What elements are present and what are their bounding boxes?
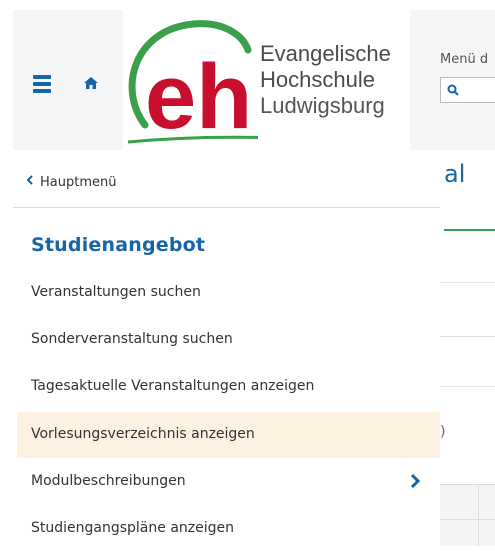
page-title-fragment: al xyxy=(444,160,466,188)
menu-search-label: Menü d xyxy=(440,52,489,67)
eh-logo-mark: eh xyxy=(127,20,411,150)
menu-item-vorlesungsverzeichnis[interactable]: Vorlesungsverzeichnis anzeigen xyxy=(17,412,440,458)
menu-item-sonderveranstaltung-suchen[interactable]: Sonderveranstaltung suchen xyxy=(17,317,440,363)
table-fragment xyxy=(440,484,495,546)
hamburger-menu-icon[interactable] xyxy=(33,75,51,93)
active-tab-underline xyxy=(444,229,495,231)
home-icon[interactable] xyxy=(83,75,99,91)
section-title: Studienangebot xyxy=(31,234,206,256)
logo-text-line2: Hochschule xyxy=(260,67,375,92)
divider xyxy=(440,282,495,283)
menu-item-label: Sonderveranstaltung suchen xyxy=(31,331,233,347)
logo-text-line3: Ludwigsburg xyxy=(260,93,385,118)
logo-mark-text: eh xyxy=(145,46,252,148)
divider xyxy=(440,336,495,337)
menu-item-label: Veranstaltungen suchen xyxy=(31,284,201,300)
header-bar-left xyxy=(13,10,123,150)
menu-item-label: Studiengangspläne anzeigen xyxy=(31,520,234,536)
menu-item-label: Modulbeschreibungen xyxy=(31,473,186,489)
menu-item-label: Vorlesungsverzeichnis anzeigen xyxy=(31,426,255,442)
menu-item-tagesaktuelle-veranstaltungen[interactable]: Tagesaktuelle Veranstaltungen anzeigen xyxy=(17,364,440,410)
text-fragment: ) xyxy=(440,424,446,440)
menu-search-input[interactable] xyxy=(440,77,495,103)
navigation-dropdown: Hauptmenü Studienangebot Veranstaltungen… xyxy=(13,156,440,545)
search-icon xyxy=(447,84,459,96)
menu-item-veranstaltungen-suchen[interactable]: Veranstaltungen suchen xyxy=(17,270,440,316)
chevron-right-icon[interactable] xyxy=(410,474,420,488)
logo-text-line1: Evangelische xyxy=(260,41,391,66)
menu-item-label: Tagesaktuelle Veranstaltungen anzeigen xyxy=(31,378,315,394)
menu-item-modulbeschreibungen[interactable]: Modulbeschreibungen xyxy=(17,459,440,505)
back-to-main-menu[interactable]: Hauptmenü xyxy=(13,156,440,208)
menu-item-studiengangsplaene[interactable]: Studiengangspläne anzeigen xyxy=(17,506,440,552)
chevron-left-icon xyxy=(27,175,33,185)
back-label: Hauptmenü xyxy=(40,175,117,190)
divider xyxy=(440,386,495,387)
eh-ludwigsburg-logo[interactable]: eh Evangelische Hochschule Ludwigsburg xyxy=(123,10,411,150)
